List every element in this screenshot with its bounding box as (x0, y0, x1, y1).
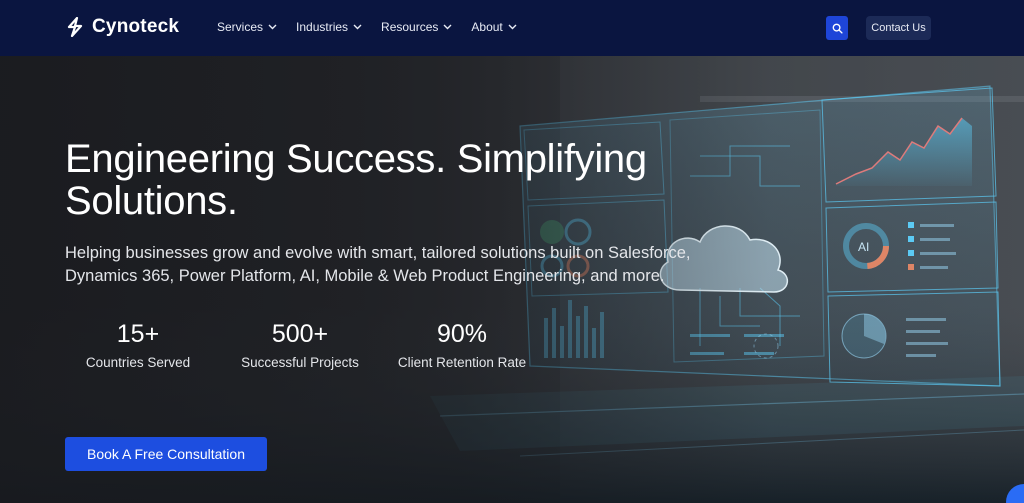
bolt-s-icon (67, 17, 83, 37)
book-consultation-button[interactable]: Book A Free Consultation (65, 437, 267, 471)
chevron-down-icon (268, 24, 277, 30)
search-icon (832, 23, 843, 34)
stat-label: Client Retention Rate (397, 355, 527, 370)
chevron-down-icon (353, 24, 362, 30)
chevron-down-icon (508, 24, 517, 30)
stat-retention: 90% Client Retention Rate (394, 319, 530, 370)
hero-subtext: Helping businesses grow and evolve with … (65, 244, 691, 285)
stat-value: 500+ (271, 320, 329, 348)
brand-name: Cynoteck (92, 16, 180, 37)
stat-value: 15+ (116, 320, 160, 348)
nav-item-label: Industries (296, 20, 349, 34)
search-button[interactable] (826, 16, 848, 40)
brand-logo[interactable]: Cynoteck (66, 16, 179, 38)
site-header: Cynoteck Services Industries Resources A… (0, 0, 1024, 56)
hero-headline: Engineering Success. Simplifying Solutio… (65, 137, 647, 223)
hero-section: AI (0, 56, 1024, 503)
stat-countries: 15+ Countries Served (83, 319, 193, 370)
nav-item-label: Services (217, 20, 264, 34)
main-nav: Services Industries Resources About (217, 20, 517, 34)
nav-item-industries[interactable]: Industries (296, 20, 362, 34)
nav-item-label: Resources (381, 20, 439, 34)
nav-item-resources[interactable]: Resources (381, 20, 452, 34)
stat-label: Successful Projects (241, 355, 359, 370)
nav-item-services[interactable]: Services (217, 20, 277, 34)
chevron-down-icon (443, 24, 452, 30)
stat-label: Countries Served (85, 355, 191, 370)
nav-item-about[interactable]: About (471, 20, 517, 34)
nav-item-label: About (471, 20, 503, 34)
contact-us-button[interactable]: Contact Us (866, 16, 931, 40)
stat-value: 90% (436, 320, 488, 348)
stat-projects: 500+ Successful Projects (237, 319, 363, 370)
